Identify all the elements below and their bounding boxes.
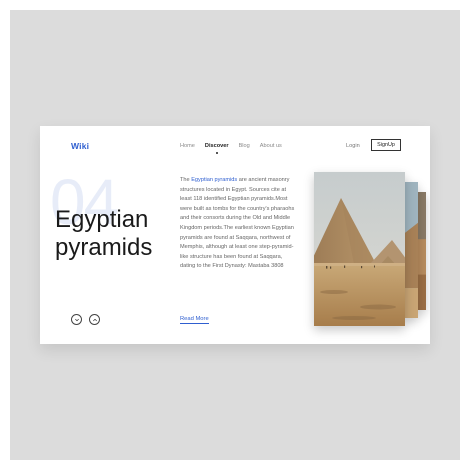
login-link[interactable]: Login xyxy=(346,143,360,149)
next-slide-button[interactable] xyxy=(89,314,100,325)
hero-description: The Egyptian pyramids are ancient masonr… xyxy=(180,176,296,272)
hero-title-line-2: pyramids xyxy=(55,234,153,261)
pyramid-image-thumb xyxy=(404,182,418,318)
stacked-image-2[interactable] xyxy=(404,182,418,318)
nav-item-about-us[interactable]: About us xyxy=(260,143,282,149)
hero-card: Wiki Home Discover Blog About us Login S… xyxy=(40,126,430,344)
signup-button[interactable]: SignUp xyxy=(371,139,401,151)
main-pyramid-image[interactable] xyxy=(314,172,405,326)
read-more-link[interactable]: Read More xyxy=(180,316,209,324)
stacked-image-3[interactable] xyxy=(418,192,426,310)
pyramid-image-thumb xyxy=(418,192,426,310)
active-indicator-dot xyxy=(215,152,218,154)
nav-item-discover[interactable]: Discover xyxy=(204,143,229,154)
description-body: are ancient masonry structures located i… xyxy=(180,177,295,270)
description-prefix: The xyxy=(180,177,192,183)
hero-title-line-1: Egyptian xyxy=(55,206,149,233)
chevron-up-icon xyxy=(92,318,97,321)
previous-slide-button[interactable] xyxy=(71,314,82,325)
main-nav: Home Discover Blog About us xyxy=(180,143,282,154)
logo[interactable]: Wiki xyxy=(71,141,89,151)
nav-item-discover-label: Discover xyxy=(204,143,229,149)
egyptian-pyramids-link[interactable]: Egyptian pyramids xyxy=(191,177,237,183)
hero-title: Egyptian pyramids xyxy=(55,206,175,262)
chevron-down-icon xyxy=(74,318,79,321)
nav-item-home[interactable]: Home xyxy=(180,143,195,149)
nav-item-blog[interactable]: Blog xyxy=(239,143,250,149)
pyramid-photo xyxy=(314,172,405,326)
